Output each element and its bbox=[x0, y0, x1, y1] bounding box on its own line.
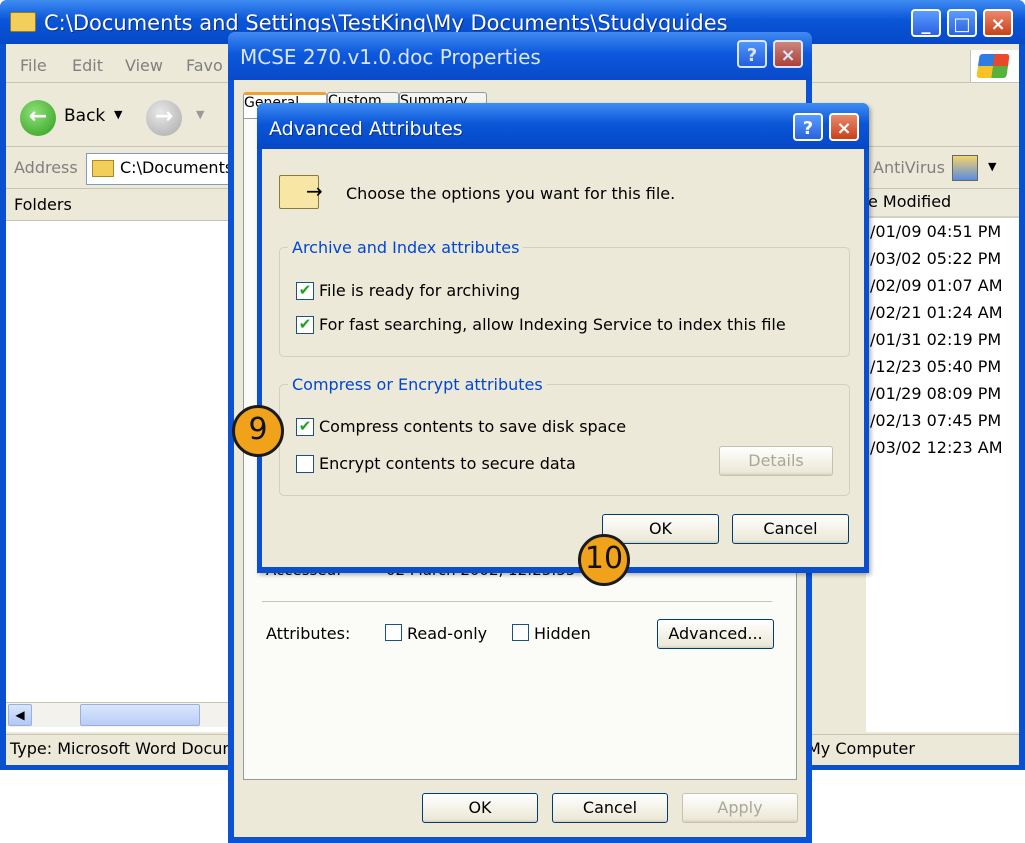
antivirus-icon[interactable] bbox=[952, 155, 978, 181]
folder-icon bbox=[10, 12, 36, 32]
close-button[interactable]: × bbox=[983, 9, 1013, 37]
apply-button[interactable]: Apply bbox=[682, 793, 798, 823]
date-modified-cell[interactable]: /01/31 02:19 PM bbox=[870, 330, 1001, 349]
date-modified-cell[interactable]: /02/13 07:45 PM bbox=[870, 411, 1001, 430]
archive-index-group bbox=[279, 247, 850, 357]
advanced-button[interactable]: Advanced... bbox=[657, 619, 774, 649]
separator bbox=[262, 601, 772, 602]
compress-checkbox[interactable]: ✔ bbox=[296, 418, 314, 436]
back-dropdown-icon[interactable]: ▼ bbox=[114, 108, 122, 121]
forward-arrow-icon[interactable]: → bbox=[146, 100, 182, 136]
back-button[interactable]: Back bbox=[64, 106, 105, 126]
attributes-label: Attributes: bbox=[266, 624, 351, 643]
scroll-thumb[interactable] bbox=[80, 704, 200, 726]
status-location: My Computer bbox=[807, 739, 915, 758]
step-callout-9: 9 bbox=[232, 405, 284, 457]
step-callout-10: 10 bbox=[578, 534, 630, 586]
index-label[interactable]: For fast searching, allow Indexing Servi… bbox=[319, 315, 786, 334]
advanced-cancel-button[interactable]: Cancel bbox=[732, 514, 849, 544]
back-arrow-icon[interactable]: ← bbox=[20, 100, 56, 136]
properties-close-button[interactable]: × bbox=[773, 40, 803, 68]
date-modified-cell[interactable]: /02/09 01:07 AM bbox=[870, 276, 1003, 295]
encrypt-label[interactable]: Encrypt contents to secure data bbox=[319, 454, 576, 473]
readonly-checkbox[interactable] bbox=[385, 624, 402, 641]
cancel-button[interactable]: Cancel bbox=[552, 793, 668, 823]
intro-text: Choose the options you want for this fil… bbox=[346, 184, 676, 203]
maximize-button[interactable]: □ bbox=[947, 9, 977, 37]
minimize-button[interactable]: _ bbox=[911, 9, 941, 37]
hidden-checkbox[interactable] bbox=[512, 624, 529, 641]
date-modified-cell[interactable]: /03/02 05:22 PM bbox=[870, 249, 1001, 268]
ok-button[interactable]: OK bbox=[422, 793, 538, 823]
folders-pane bbox=[6, 190, 230, 732]
address-label: Address bbox=[14, 158, 78, 177]
folder-icon bbox=[92, 160, 114, 177]
hidden-label[interactable]: Hidden bbox=[534, 624, 591, 643]
file-list bbox=[866, 190, 1019, 732]
address-value[interactable]: C:\Documents bbox=[120, 158, 233, 177]
chevron-down-icon[interactable]: ▼ bbox=[988, 160, 996, 173]
windows-flag-icon bbox=[976, 54, 1010, 78]
advanced-title: Advanced Attributes bbox=[269, 118, 463, 140]
index-checkbox[interactable]: ✔ bbox=[296, 316, 314, 334]
date-modified-cell[interactable]: /01/29 08:09 PM bbox=[870, 384, 1001, 403]
column-header-modified[interactable]: e Modified bbox=[868, 192, 951, 211]
menu-edit[interactable]: Edit bbox=[72, 56, 103, 75]
help-button[interactable]: ? bbox=[737, 40, 767, 68]
menu-file[interactable]: File bbox=[20, 56, 47, 75]
scroll-left-icon[interactable]: ◀ bbox=[8, 704, 32, 726]
archive-index-group-title: Archive and Index attributes bbox=[288, 238, 524, 257]
help-button[interactable]: ? bbox=[793, 113, 823, 141]
advanced-body bbox=[262, 149, 864, 567]
antivirus-label[interactable]: AntiVirus bbox=[873, 158, 945, 177]
date-modified-cell[interactable]: /01/09 04:51 PM bbox=[870, 222, 1001, 241]
date-modified-cell[interactable]: /03/02 12:23 AM bbox=[870, 438, 1003, 457]
menu-view[interactable]: View bbox=[125, 56, 163, 75]
compress-encrypt-group-title: Compress or Encrypt attributes bbox=[288, 375, 547, 394]
folders-title: Folders bbox=[14, 195, 72, 214]
arrow-icon: → bbox=[306, 179, 323, 203]
compress-encrypt-group bbox=[279, 384, 850, 496]
status-type: Type: Microsoft Word Docum bbox=[10, 739, 238, 758]
forward-dropdown-icon[interactable]: ▼ bbox=[196, 108, 204, 121]
archive-checkbox[interactable]: ✔ bbox=[296, 282, 314, 300]
properties-title: MCSE 270.v1.0.doc Properties bbox=[240, 45, 541, 69]
advanced-close-button[interactable]: × bbox=[829, 113, 859, 141]
date-modified-cell[interactable]: /12/23 05:40 PM bbox=[870, 357, 1001, 376]
details-button[interactable]: Details bbox=[719, 446, 833, 476]
date-modified-cell[interactable]: /02/21 01:24 AM bbox=[870, 303, 1003, 322]
archive-label[interactable]: File is ready for archiving bbox=[319, 281, 520, 300]
readonly-label[interactable]: Read-only bbox=[407, 624, 487, 643]
compress-label[interactable]: Compress contents to save disk space bbox=[319, 417, 626, 436]
menu-favorites[interactable]: Favo bbox=[186, 56, 223, 75]
encrypt-checkbox[interactable] bbox=[296, 455, 314, 473]
